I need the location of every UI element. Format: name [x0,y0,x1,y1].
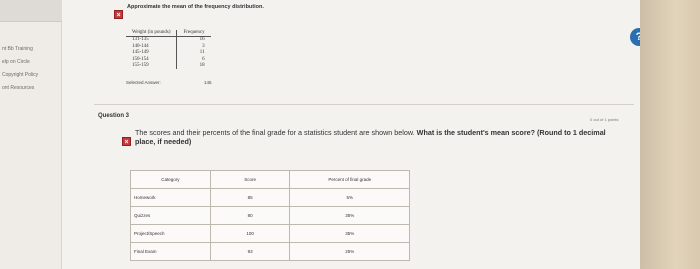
table-row: Quizzes 80 35% [130,206,410,225]
incorrect-x-icon: × [122,137,131,146]
points-badge: 0 out of 1 points [590,117,619,122]
category-cell: Final Exam [130,242,211,261]
frequency-table: Weight (in pounds) Frequency 131-135 16 … [126,30,211,70]
incorrect-x-icon: × [114,10,123,19]
frequency-cell: 16 [176,36,211,44]
selected-answer-label: Selected Answer: [126,80,161,85]
percent-cell: 5% [289,188,410,207]
sidebar-item-resources[interactable]: ont Resources [2,85,34,91]
selected-answer-value: 145 [204,80,212,85]
score-cell: 93 [209,242,291,261]
main-content: × Approximate the mean of the frequency … [62,0,648,269]
frequency-header: Frequency [176,30,211,38]
score-cell: 85 [209,188,291,207]
table-row: Homework 85 5% [130,188,410,207]
percent-cell: 35% [289,224,410,243]
right-rail [640,0,700,269]
sidebar-item-copyright[interactable]: Copyright Policy [2,72,38,78]
category-cell: Homework [130,188,211,207]
question-label: Question 3 [98,113,130,119]
score-cell: 100 [209,224,291,243]
frequency-cell: 18 [176,63,211,70]
course-sidebar: nt Bb Training elp on Circle Copyright P… [0,0,62,269]
percent-cell: 35% [289,206,410,225]
score-cell: 80 [209,206,291,225]
percent-header: Percent of final grade [289,170,410,189]
previous-question-title: Approximate the mean of the frequency di… [127,4,264,10]
table-row: 131-135 16 [126,36,211,44]
sidebar-item-training[interactable]: nt Bb Training [2,46,33,52]
weight-header: Weight (in pounds) [126,30,177,38]
table-row: 155-159 18 [126,63,211,70]
table-row: Project/Speech 100 35% [130,224,410,243]
weight-cell: 131-135 [132,37,149,43]
grade-table: Category Score Percent of final grade Ho… [130,170,410,261]
right-rail-shade [640,0,700,269]
sidebar-item-help[interactable]: elp on Circle [2,59,30,65]
sidebar-topbar [0,0,62,22]
score-header: Score [209,170,291,189]
question-divider [94,104,634,105]
question-prompt: The scores and their percents of the fin… [135,128,625,146]
category-header: Category [130,170,211,189]
category-cell: Project/Speech [130,224,211,243]
table-row: Final Exam 93 25% [130,242,410,261]
category-cell: Quizzes [130,206,211,225]
question-prompt-text: The scores and their percents of the fin… [135,128,415,137]
weight-cell: 155-159 [132,63,149,69]
percent-cell: 25% [289,242,410,261]
